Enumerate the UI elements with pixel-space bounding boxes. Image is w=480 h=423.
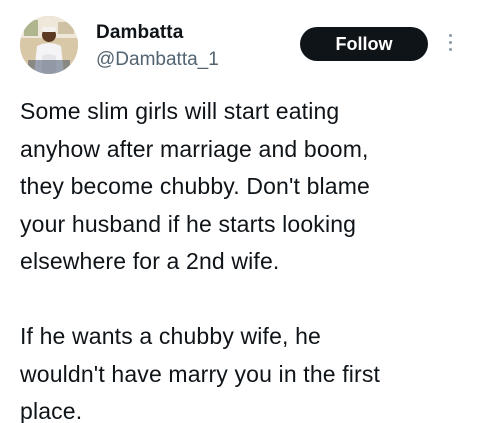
tweet-header: Dambatta @Dambatta_1 Follow	[0, 0, 480, 90]
author-handle[interactable]: @Dambatta_1	[96, 49, 219, 71]
avatar-image	[20, 16, 78, 74]
tweet-paragraph-2: If he wants a chubby wife, he wouldn't h…	[20, 323, 381, 423]
tweet-paragraph-1: Some slim girls will start eating anyhow…	[20, 98, 370, 274]
more-vertical-icon[interactable]	[444, 34, 456, 58]
tweet-text: Some slim girls will start eating anyhow…	[20, 93, 470, 423]
dot	[448, 34, 452, 37]
dot	[448, 48, 452, 51]
author-name[interactable]: Dambatta	[96, 22, 183, 44]
follow-button[interactable]: Follow	[300, 27, 428, 61]
tweet-card: Dambatta @Dambatta_1 Follow Some slim gi…	[0, 0, 480, 423]
dot	[448, 41, 452, 44]
avatar[interactable]	[20, 16, 78, 74]
